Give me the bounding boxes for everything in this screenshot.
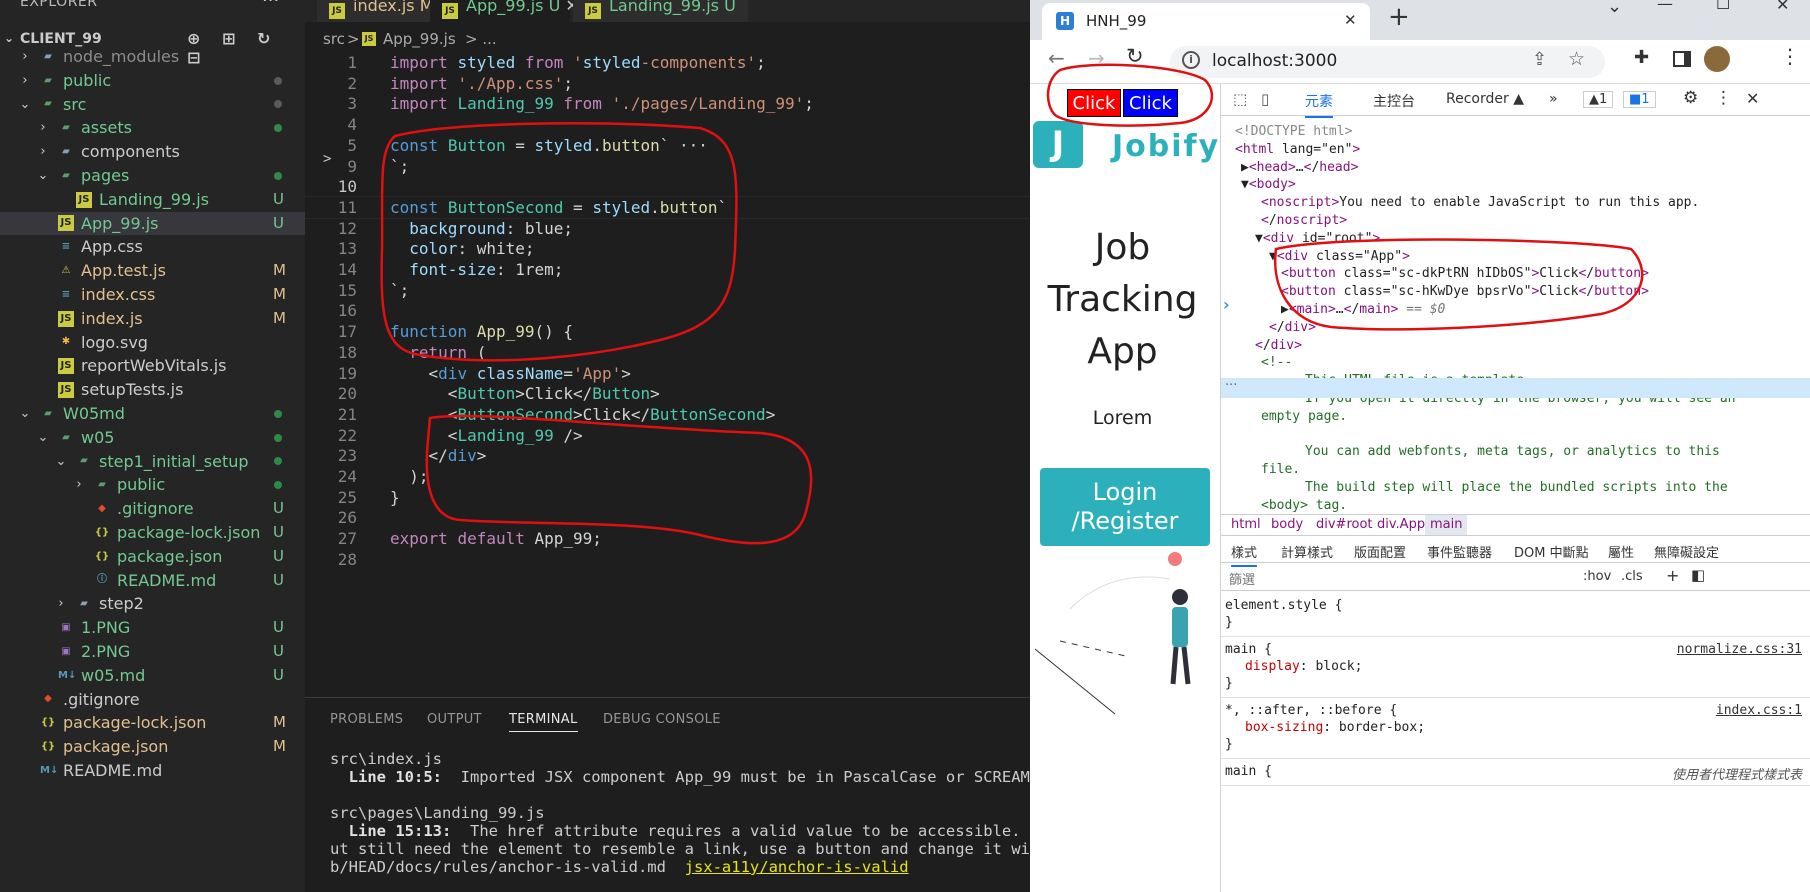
- style-selector[interactable]: main {: [1225, 764, 1272, 779]
- style-selector[interactable]: main {: [1225, 642, 1272, 657]
- cta-line-1: Login: [1092, 478, 1158, 506]
- tab-recorder[interactable]: Recorder ▲: [1446, 91, 1524, 107]
- tab-computed[interactable]: 計算樣式: [1281, 542, 1333, 561]
- annotation-circle-dom: [1274, 238, 1644, 331]
- tab-layout[interactable]: 版面配置: [1354, 542, 1406, 561]
- tab-console[interactable]: 主控台: [1373, 91, 1415, 111]
- settings-gear-icon[interactable]: ⚙: [1683, 88, 1698, 108]
- logo-text: Jobify: [1112, 129, 1220, 164]
- warning-badge[interactable]: ▲1: [1583, 91, 1614, 108]
- close-window-icon[interactable]: ✕: [1776, 0, 1789, 14]
- tab-event-listeners[interactable]: 事件監聽器: [1427, 542, 1492, 561]
- style-selector[interactable]: element.style {: [1225, 598, 1342, 613]
- device-toolbar-icon[interactable]: ▯: [1261, 90, 1269, 108]
- page-viewport: Click Click J Jobify Job Tracking App Lo…: [1030, 84, 1220, 892]
- crumb-app[interactable]: div.App: [1377, 517, 1425, 532]
- hero-title: Job Tracking App: [1030, 222, 1215, 378]
- dom-node-line[interactable]: <!--: [1261, 355, 1292, 370]
- dom-node-line[interactable]: <body> tag.: [1261, 498, 1347, 513]
- lorem-text: Lorem: [1092, 407, 1153, 429]
- dom-node-line[interactable]: The build step will place the bundled sc…: [1305, 480, 1728, 495]
- toggle-sidebar-icon[interactable]: ◧: [1691, 566, 1705, 584]
- dom-node-line[interactable]: file.: [1261, 462, 1300, 477]
- avatar[interactable]: [1704, 46, 1730, 72]
- rule-divider: [1221, 697, 1810, 698]
- tab-dom-breakpoints[interactable]: DOM 中斷點: [1514, 542, 1589, 561]
- cls-button[interactable]: .cls: [1621, 569, 1643, 584]
- devtools-toolbar: ⬚ ▯ 元素 主控台 Recorder ▲ » ▲1 ■1 ⚙ ⋮ ✕: [1221, 84, 1810, 118]
- tab-search-icon[interactable]: ⌄: [1607, 0, 1622, 17]
- filter-input[interactable]: 篩選: [1229, 569, 1255, 588]
- vscode-window: EXPLORER ··· ⌄ CLIENT_99 ⊕ ⊞ ↻ ⊟ › ▰ node_…: [0, 0, 1058, 892]
- close-devtools-icon[interactable]: ✕: [1746, 89, 1759, 108]
- dom-breadcrumbs: html body div#root div.App main: [1221, 514, 1810, 536]
- omnibox[interactable]: i localhost:3000 ⇪ ☆: [1170, 46, 1605, 78]
- style-source-link[interactable]: normalize.css:31: [1677, 642, 1802, 657]
- extensions-icon[interactable]: ✚: [1634, 47, 1649, 68]
- dom-node-line[interactable]: ▼<body>: [1241, 177, 1296, 192]
- dom-node-line[interactable]: </div>: [1255, 338, 1302, 353]
- style-source-link[interactable]: 使用者代理程式樣式表: [1672, 764, 1802, 783]
- annotation-circle-jsx: [425, 414, 813, 545]
- annotation-circle-styled-buttons: [380, 122, 738, 362]
- style-property[interactable]: display: block;: [1245, 659, 1362, 674]
- node-actions-icon[interactable]: ···: [1225, 378, 1237, 393]
- browser-menu-icon[interactable]: ⋮: [1780, 44, 1800, 68]
- style-close: }: [1225, 676, 1233, 691]
- dom-node-line[interactable]: </noscript>: [1261, 213, 1347, 228]
- styles-tabs: 樣式 計算樣式 版面配置 事件監聽器 DOM 中斷點 屬性 無障礙設定: [1221, 537, 1810, 567]
- bookmark-star-icon[interactable]: ☆: [1568, 48, 1585, 70]
- crumb-main[interactable]: main: [1425, 515, 1468, 535]
- close-tab-icon[interactable]: ✕: [1344, 11, 1357, 29]
- dom-node-line[interactable]: <html lang="en">: [1235, 142, 1360, 157]
- hov-button[interactable]: :hov: [1583, 569, 1611, 584]
- browser-tab[interactable]: H HNH_99 ✕: [1042, 3, 1370, 40]
- issue-badge[interactable]: ■1: [1623, 91, 1656, 108]
- rule-divider: [1221, 785, 1810, 786]
- crumb-root[interactable]: div#root: [1316, 517, 1373, 532]
- crumb-html[interactable]: html: [1231, 517, 1261, 532]
- new-rule-icon[interactable]: +: [1666, 566, 1679, 585]
- tab-accessibility[interactable]: 無障礙設定: [1654, 542, 1719, 561]
- style-selector[interactable]: *, ::after, ::before {: [1225, 703, 1397, 718]
- devtools-menu-icon[interactable]: ⋮: [1715, 88, 1732, 108]
- browser-tab-title: HNH_99: [1086, 12, 1147, 30]
- url-text[interactable]: localhost:3000: [1212, 51, 1337, 71]
- inspect-icon[interactable]: ⬚: [1233, 90, 1247, 108]
- selected-node-highlight: [1221, 378, 1810, 398]
- style-close: }: [1225, 737, 1233, 752]
- tab-properties[interactable]: 屬性: [1608, 542, 1634, 561]
- rule-divider: [1221, 636, 1810, 637]
- browser-window: H HNH_99 ✕ + ⌄ — ☐ ✕ ← → ↻ i localhost:3…: [1030, 0, 1810, 892]
- annotation-overlay: [380, 122, 813, 545]
- dom-node-line[interactable]: <!DOCTYPE html>: [1235, 124, 1352, 139]
- maximize-icon[interactable]: ☐: [1716, 0, 1730, 13]
- crumb-body[interactable]: body: [1271, 517, 1303, 532]
- browser-tabstrip: H HNH_99 ✕ + ⌄ — ☐ ✕: [1030, 0, 1810, 40]
- annotation-circle-buttons: [1046, 63, 1214, 127]
- style-close: }: [1225, 615, 1233, 630]
- dom-node-line[interactable]: <noscript>You need to enable JavaScript …: [1261, 195, 1699, 210]
- styles-filter-bar: 篩選 :hov .cls + ◧: [1221, 563, 1810, 591]
- dom-node-line[interactable]: empty page.: [1261, 409, 1347, 424]
- hero-line-3: App: [1087, 331, 1158, 372]
- hero-line-2: Tracking: [1047, 279, 1198, 320]
- dom-node-line[interactable]: ▶<head>…</head>: [1241, 160, 1358, 175]
- login-register-button[interactable]: Login /Register: [1040, 468, 1210, 546]
- hero-line-1: Job: [1094, 227, 1151, 268]
- side-panel-icon[interactable]: [1673, 51, 1691, 67]
- more-tabs-icon[interactable]: »: [1549, 91, 1558, 107]
- cta-line-2: /Register: [1071, 507, 1179, 535]
- rule-divider: [1221, 758, 1810, 759]
- devtools-panel: ⬚ ▯ 元素 主控台 Recorder ▲ » ▲1 ■1 ⚙ ⋮ ✕ <!DO…: [1220, 84, 1810, 892]
- style-property[interactable]: box-sizing: border-box;: [1245, 720, 1425, 735]
- favicon-icon: H: [1056, 12, 1074, 30]
- share-icon[interactable]: ⇪: [1532, 49, 1547, 70]
- dom-node-line[interactable]: You can add webfonts, meta tags, or anal…: [1305, 444, 1720, 459]
- new-tab-icon[interactable]: +: [1388, 2, 1410, 32]
- tab-elements[interactable]: 元素: [1305, 91, 1333, 118]
- style-source-link[interactable]: index.css:1: [1716, 703, 1802, 718]
- minimize-icon[interactable]: —: [1657, 0, 1673, 13]
- hero-illustration: [1034, 552, 1191, 715]
